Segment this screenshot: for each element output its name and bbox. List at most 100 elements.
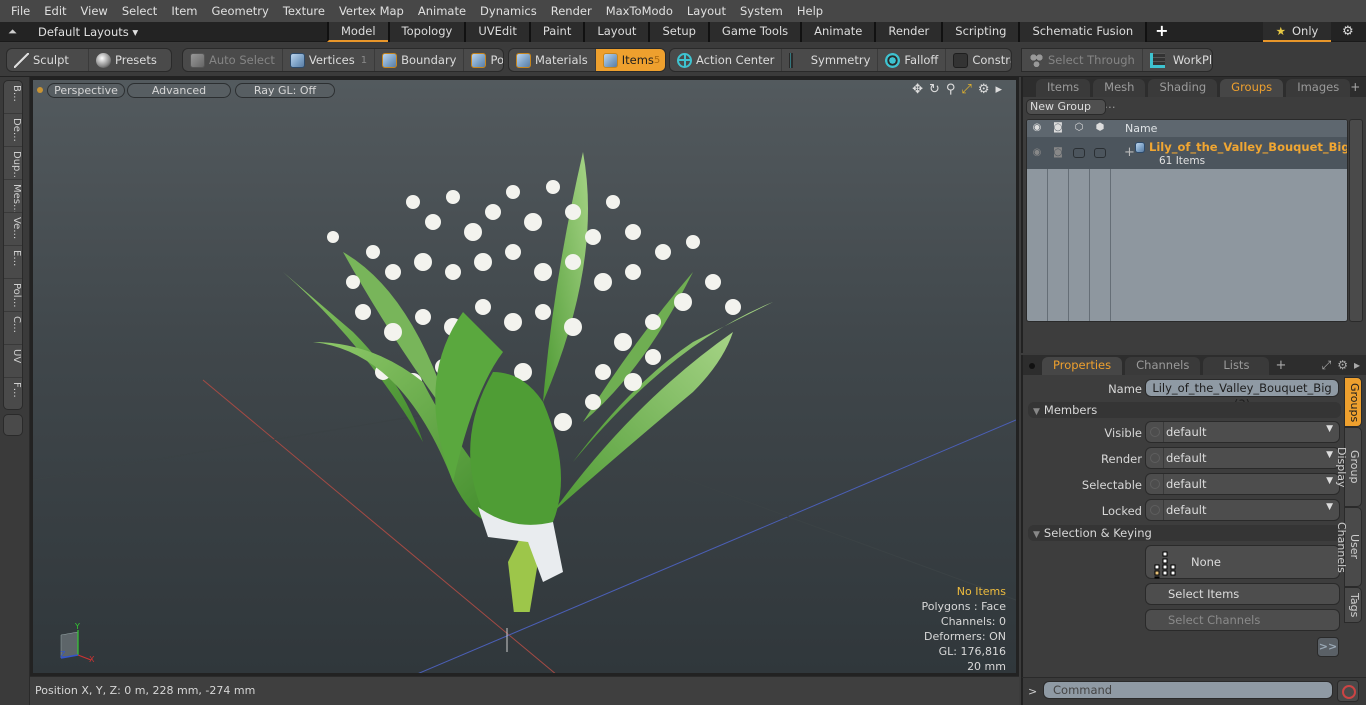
left-tab-curve[interactable]: C…	[4, 312, 22, 345]
add-tab-icon[interactable]: +	[1350, 80, 1360, 95]
selectable-dropdown[interactable]: default ▼	[1145, 473, 1340, 495]
row-render-icon[interactable]: ◙	[1052, 147, 1064, 159]
side-tab-groups[interactable]: Groups	[1344, 377, 1362, 427]
left-tab-duplicate[interactable]: Dup…	[4, 147, 22, 180]
tab-topology[interactable]: Topology	[387, 22, 465, 42]
select-items-button[interactable]: Select Items	[1145, 583, 1340, 605]
constraints-button[interactable]: Constrai…	[946, 49, 1011, 71]
tab-lists[interactable]: Lists	[1203, 357, 1270, 375]
tab-groups[interactable]: Groups	[1220, 79, 1284, 97]
auto-select-button[interactable]: Auto Select	[183, 49, 283, 71]
tab-mesh[interactable]: Mesh …	[1093, 79, 1146, 111]
command-input[interactable]: Command	[1043, 681, 1333, 699]
tab-images[interactable]: Images	[1286, 79, 1351, 97]
selection-keying-section[interactable]: ▼ Selection & Keying	[1028, 525, 1341, 541]
group-name[interactable]: Lily_of_the_Valley_Bouquet_Big...	[1149, 140, 1347, 154]
left-tab-edge[interactable]: E…	[4, 246, 22, 279]
items-button[interactable]: Items 5	[595, 49, 665, 71]
row-eye-icon[interactable]: ◉	[1031, 147, 1043, 159]
action-center-button[interactable]: Action Center	[670, 49, 783, 71]
lock-cube-icon[interactable]: ⬡	[1073, 122, 1085, 134]
record-macro-button[interactable]	[1337, 680, 1359, 702]
visible-dropdown[interactable]: default ▼	[1145, 421, 1340, 443]
lily-bouquet-model[interactable]	[253, 142, 813, 612]
sculpt-button[interactable]: Sculpt	[7, 49, 89, 71]
left-tab-uv[interactable]: UV	[4, 345, 22, 378]
only-toggle[interactable]: ★ Only	[1263, 22, 1331, 42]
tab-schematic-fusion[interactable]: Schematic Fusion	[1018, 22, 1148, 42]
left-tab-extra[interactable]	[3, 414, 23, 436]
locked-dropdown[interactable]: default ▼	[1145, 499, 1340, 521]
add-tab-button[interactable]: +	[1155, 22, 1168, 42]
menu-system[interactable]: System	[733, 4, 790, 18]
tab-layout[interactable]: Layout	[583, 22, 649, 42]
menu-item[interactable]: Item	[164, 4, 204, 18]
left-tab-mesh-edit[interactable]: Mes…	[4, 180, 22, 213]
side-tab-user-channels[interactable]: User Channels	[1335, 507, 1362, 587]
menu-select[interactable]: Select	[115, 4, 164, 18]
row-select-toggle[interactable]	[1094, 148, 1106, 158]
menu-help[interactable]: Help	[790, 4, 830, 18]
panel-menu-dot[interactable]	[1029, 363, 1035, 369]
menu-maxtomodo[interactable]: MaxToModo	[599, 4, 680, 18]
select-channels-button[interactable]: Select Channels	[1145, 609, 1340, 631]
polygons-button[interactable]: Polygons	[464, 49, 503, 71]
menu-render[interactable]: Render	[544, 4, 599, 18]
left-tab-deform[interactable]: De…	[4, 114, 22, 147]
select-cube-icon[interactable]: ⬢	[1094, 122, 1106, 134]
group-list-scrollbar[interactable]	[1349, 119, 1363, 322]
expand-icon[interactable]: +	[1124, 145, 1135, 160]
menu-view[interactable]: View	[74, 4, 115, 18]
menu-dynamics[interactable]: Dynamics	[473, 4, 544, 18]
layout-dropdown[interactable]: Default Layouts ▾	[38, 25, 138, 39]
panel-arrow-icon[interactable]: ▸	[1354, 358, 1360, 373]
add-tab-icon[interactable]: +	[1275, 358, 1286, 373]
left-tab-polygon[interactable]: Pol…	[4, 279, 22, 312]
tab-game-tools[interactable]: Game Tools	[707, 22, 801, 42]
workplane-button[interactable]: WorkPlane	[1143, 49, 1212, 71]
left-tab-basic[interactable]: B…	[4, 81, 22, 114]
render-dropdown[interactable]: default ▼	[1145, 447, 1340, 469]
menu-edit[interactable]: Edit	[37, 4, 73, 18]
tab-channels[interactable]: Channels	[1125, 357, 1201, 375]
visibility-eye-icon[interactable]: ◉	[1031, 122, 1043, 134]
symmetry-button[interactable]: Symmetry	[782, 49, 879, 71]
more-button[interactable]: >>	[1317, 637, 1339, 657]
menu-layout[interactable]: Layout	[680, 4, 733, 18]
tab-render[interactable]: Render	[874, 22, 942, 42]
boundary-button[interactable]: Boundary	[375, 49, 465, 71]
tab-uvedit[interactable]: UVEdit	[464, 22, 529, 42]
menu-animate[interactable]: Animate	[411, 4, 473, 18]
menu-geometry[interactable]: Geometry	[205, 4, 276, 18]
tab-scripting[interactable]: Scripting	[941, 22, 1019, 42]
tab-paint[interactable]: Paint	[528, 22, 584, 42]
collapse-toggle-icon[interactable]: ⏶	[8, 25, 17, 39]
menu-file[interactable]: File	[4, 4, 37, 18]
3d-viewport[interactable]: Perspective Advanced Ray GL: Off ✥ ↻ ⚲ ⤢…	[30, 77, 1019, 676]
panel-gear-icon[interactable]: ⚙	[1337, 358, 1348, 373]
left-tab-fusion[interactable]: F…	[4, 378, 22, 411]
new-group-button[interactable]: New Group	[1026, 99, 1106, 115]
vertices-button[interactable]: Vertices 1	[283, 49, 376, 71]
tab-model[interactable]: Model	[327, 22, 388, 42]
presets-button[interactable]: Presets	[89, 49, 164, 71]
gear-icon[interactable]: ⚙	[1342, 24, 1354, 39]
menu-vertex-map[interactable]: Vertex Map	[332, 4, 411, 18]
none-hierarchy-button[interactable]: None	[1145, 545, 1340, 579]
group-row[interactable]: ◉ ◙ + Lily_of_the_Valley_Bouquet_Big... …	[1027, 137, 1347, 169]
select-through-button[interactable]: Select Through	[1022, 49, 1143, 71]
tab-items[interactable]: Items	[1036, 79, 1091, 97]
side-tab-group-display[interactable]: Group Display	[1335, 427, 1362, 507]
row-lock-toggle[interactable]	[1073, 148, 1085, 158]
tab-setup[interactable]: Setup	[648, 22, 708, 42]
left-tab-vertex[interactable]: Ve…	[4, 213, 22, 246]
menu-texture[interactable]: Texture	[276, 4, 332, 18]
side-tab-tags[interactable]: Tags	[1344, 587, 1362, 623]
materials-button[interactable]: Materials	[509, 49, 596, 71]
members-section[interactable]: ▼ Members	[1028, 402, 1341, 418]
tab-shading[interactable]: Shading	[1148, 79, 1218, 97]
falloff-button[interactable]: Falloff	[878, 49, 947, 71]
tab-animate[interactable]: Animate	[800, 22, 875, 42]
render-camera-icon[interactable]: ◙	[1052, 122, 1064, 134]
maximize-panel-icon[interactable]: ⤢	[1322, 358, 1332, 373]
